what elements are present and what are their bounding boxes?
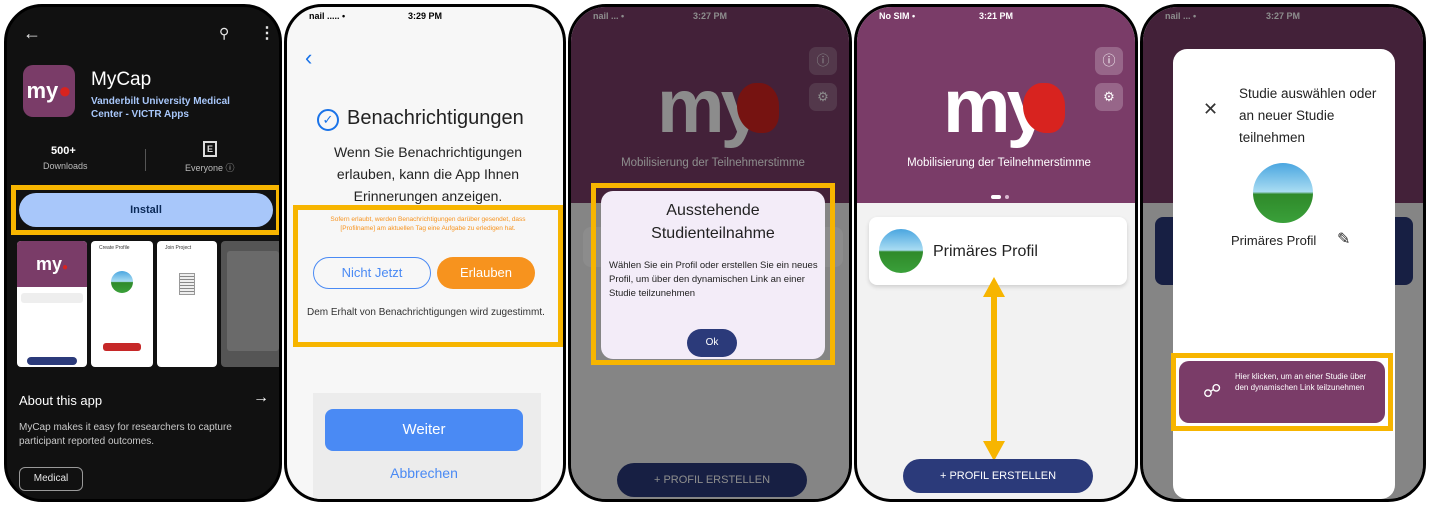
screenshot-1[interactable]: my● [17, 241, 87, 367]
downloads-label: Downloads [43, 161, 88, 171]
screenshot-3[interactable]: Join Project [157, 241, 217, 367]
next-button[interactable]: Weiter [325, 409, 523, 451]
profile-name: Primäres Profil [933, 243, 1038, 260]
about-arrow-icon[interactable]: → [253, 389, 269, 407]
back-chevron-icon[interactable]: ‹ [305, 45, 312, 71]
close-icon[interactable]: ✕ [1203, 99, 1218, 120]
page-dot-active [991, 195, 1001, 199]
back-arrow-icon[interactable]: ← [23, 23, 41, 44]
app-logo: my● [23, 65, 75, 117]
allow-label: Erlauben [459, 265, 513, 280]
notif-title: Benachrichtigungen [347, 107, 524, 129]
phone-play-store: ← ⚲ ⋮ my● MyCap Vanderbilt University Me… [4, 4, 282, 502]
install-button[interactable]: Install [19, 193, 273, 227]
status-bar: nail ..... • 3:29 PM [287, 11, 563, 29]
sheet-title: Studie auswählen oder an neuer Studie te… [1239, 86, 1377, 145]
info-icon[interactable]: ⓘ [1095, 47, 1123, 75]
downloads-value: 500+ [51, 145, 76, 157]
rating-icon: E [203, 141, 217, 157]
tag-medical-label: Medical [33, 473, 69, 484]
profile-name: Primäres Profil [1231, 233, 1317, 248]
status-bar: No SIM • 3:21 PM [857, 11, 1135, 29]
status-time: 3:29 PM [407, 11, 442, 21]
brand-tagline: Mobilisierung der Teilnehmerstimme [907, 157, 1091, 169]
screenshot-2[interactable]: Create Profile [91, 241, 153, 367]
settings-gear-icon[interactable]: ⚙ [1095, 83, 1123, 111]
arrow-down-icon [983, 441, 1005, 461]
consent-text: Dem Erhalt von Benachrichtigungen wird z… [307, 307, 545, 318]
dialog-body: Wählen Sie ein Profil oder erstellen Sie… [609, 260, 818, 299]
screenshot-4[interactable] [221, 241, 279, 367]
screenshot-3-label: Join Project [165, 245, 192, 251]
install-label: Install [130, 204, 162, 216]
arrow-shaft [991, 295, 997, 443]
screenshot-2-label: Create Profile [99, 245, 130, 251]
check-circle-icon: ✓ [317, 109, 339, 131]
app-name: MyCap [91, 69, 152, 90]
not-now-button[interactable]: Nicht Jetzt [313, 257, 431, 289]
more-icon[interactable]: ⋮ [259, 23, 275, 43]
app-logo-text: my [26, 78, 59, 103]
arrow-up-icon [983, 277, 1005, 297]
rating-label: Everyone ⓘ [185, 163, 235, 173]
profile-avatar [879, 229, 923, 273]
not-now-label: Nicht Jetzt [341, 265, 403, 280]
notif-body: Wenn Sie Benachrichtigungen erlauben, ka… [333, 144, 523, 204]
page-dot [1005, 195, 1009, 199]
next-label: Weiter [402, 421, 446, 438]
dialog-title: Ausstehende Studienteilnahme [651, 202, 775, 242]
edit-pencil-icon[interactable]: ✎ [1337, 229, 1350, 249]
create-profile-button[interactable]: + PROFIL ERSTELLEN [903, 459, 1093, 493]
ok-label: Ok [705, 337, 719, 348]
search-icon[interactable]: ⚲ [219, 25, 229, 42]
cancel-link[interactable]: Abbrechen [325, 465, 523, 481]
link-icon: ☍ [1203, 381, 1222, 401]
phone-notifications: nail ..... • 3:29 PM ‹ ✓ Benachrichtigun… [284, 4, 566, 502]
phone-pending-study: nail ... • 3:27 PM ⓘ ⚙ my Mobilisierung … [568, 4, 852, 502]
profile-avatar [1253, 163, 1313, 223]
phone-study-select: nail ... • 3:27 PM ✕ Studie auswählen od… [1140, 4, 1426, 502]
create-profile-label: + PROFIL ERSTELLEN [939, 470, 1057, 482]
tag-medical[interactable]: Medical [19, 467, 83, 491]
brand-bird-icon [1023, 83, 1065, 133]
stats-divider [145, 149, 146, 171]
about-title[interactable]: About this app [19, 393, 102, 408]
allow-button[interactable]: Erlauben [437, 257, 535, 289]
notif-note: Sofern erlaubt, werden Benachrichtigunge… [330, 216, 526, 232]
about-text: MyCap makes it easy for researchers to c… [19, 422, 232, 447]
app-developer[interactable]: Vanderbilt University Medical Center - V… [91, 95, 251, 121]
status-time: 3:21 PM [978, 11, 1013, 21]
dynamic-link-label: Hier klicken, um an einer Studie über de… [1235, 372, 1367, 392]
ok-button[interactable]: Ok [687, 329, 737, 357]
phone-profile-list: No SIM • 3:21 PM ⓘ ⚙ my Mobilisierung de… [854, 4, 1138, 502]
